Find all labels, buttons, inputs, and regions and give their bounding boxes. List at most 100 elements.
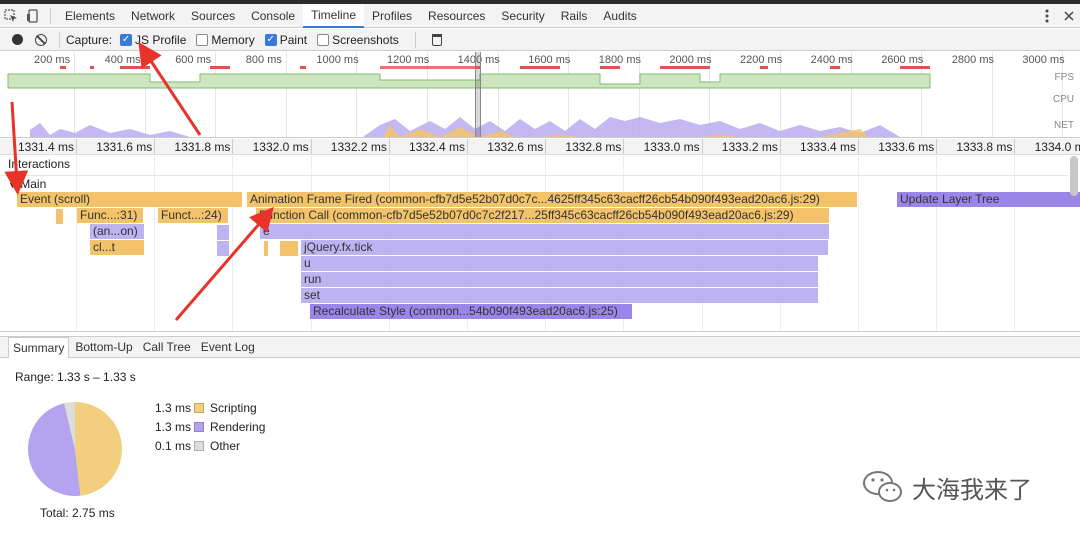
flame-event[interactable]: jQuery.fx.tick [301,240,828,255]
flame-event[interactable]: cl...t [90,240,144,255]
tab-profiles[interactable]: Profiles [364,4,420,28]
inspect-element-icon[interactable] [0,5,22,27]
paint-option[interactable]: ✓ Paint [264,32,308,47]
summary-panel: Range: 1.33 s – 1.33 s 1.3 ms Scripting 1.… [0,359,1080,535]
paint-label: Paint [279,32,308,47]
flame-event[interactable]: Recalculate Style (common...54b090f493ea… [310,304,632,319]
fps-frame-markers [60,66,930,69]
paint-checkbox[interactable]: ✓ [264,33,277,46]
subtab-event-log[interactable]: Event Log [197,337,259,358]
wechat-logo-icon [863,471,902,502]
legend-swatch [194,440,204,451]
flame-sliver[interactable] [280,241,298,256]
device-mode-icon[interactable] [22,5,44,27]
subtab-call-tree[interactable]: Call Tree [139,337,195,358]
timeline-toolbar: Capture: ✓ JS Profile Memory ✓ Paint Screensh… [0,29,1080,51]
total-text: Total: 2.75 ms [40,506,115,520]
flame-event[interactable]: set [301,288,818,303]
ruler-tick: 1331.4 ms [18,140,75,154]
flame-event[interactable]: u [301,256,818,271]
timeline-overview[interactable]: 200 ms 400 ms 600 ms 800 ms 1000 ms 1200 ms 14… [0,52,1080,138]
ruler-tick: 1331.6 ms [96,140,153,154]
subtab-summary[interactable]: Summary [8,336,70,358]
tab-list: Elements Network Sources Console Timeline Pro… [57,3,645,28]
toolbar-separator [414,31,416,48]
legend-value: 1.3 ms [155,419,192,434]
tab-security[interactable]: Security [493,4,552,28]
flame-chart[interactable]: Interactions ▼ Main Event (scroll) Animat… [0,156,1080,332]
devtools-tab-bar: Elements Network Sources Console Timeline Pro… [0,3,1080,28]
flame-sliver[interactable] [217,225,229,240]
ruler-gridline [936,139,938,154]
interactions-label: Interactions [8,157,71,171]
close-devtools-icon[interactable] [1058,5,1080,27]
overview-track-net: NET [1054,120,1074,131]
screenshots-option[interactable]: Screenshots [317,33,399,47]
summary-legend: 1.3 ms Scripting 1.3 ms Rendering 0.1 ms Othe… [155,398,265,455]
ruler-tick: 1333.2 ms [721,140,778,154]
tab-sources[interactable]: Sources [183,4,243,28]
ruler-tick: 1331.8 ms [174,140,231,154]
legend-label: Scripting [210,400,257,415]
flame-event[interactable]: (an...on) [90,224,144,239]
tab-network[interactable]: Network [123,4,183,28]
capture-options: ✓ JS Profile Memory ✓ Paint Screenshots [120,33,409,47]
flame-sliver[interactable] [264,241,268,256]
legend-row-scripting: 1.3 ms Scripting [155,398,265,417]
memory-checkbox[interactable] [196,33,209,46]
tab-elements[interactable]: Elements [57,4,123,28]
ruler-tick: 1333.8 ms [956,140,1013,154]
garbage-collect-icon[interactable] [431,33,442,46]
flame-sliver[interactable] [217,241,229,256]
screenshots-label: Screenshots [332,32,399,47]
flame-event[interactable]: e [260,224,829,239]
tab-audits[interactable]: Audits [595,4,644,28]
overview-selection-handle[interactable] [475,52,481,137]
overview-track-fps: FPS [1054,72,1074,83]
interactions-track[interactable]: Interactions [0,156,1068,174]
flame-event[interactable]: Funct...:24) [158,208,228,223]
flame-event[interactable]: Function Call (common-cfb7d5e52b07d0c7c2… [256,208,829,223]
range-text: Range: 1.33 s – 1.33 s [15,370,136,384]
capture-label: Capture: [66,32,113,47]
memory-option[interactable]: Memory [196,33,255,47]
legend-label: Rendering [210,419,266,434]
flame-event[interactable]: Update Layer Tree [897,192,1080,207]
subtab-bottom-up[interactable]: Bottom-Up [71,337,136,358]
more-options-icon[interactable] [1036,5,1058,27]
record-button[interactable] [12,34,23,45]
ruler-tick: 1332.0 ms [252,140,309,154]
main-track[interactable]: ▼ Main [0,175,1068,193]
tab-timeline[interactable]: Timeline [303,3,365,28]
toolbar-separator [59,31,60,48]
flame-scrollbar[interactable] [1070,156,1078,196]
flame-event[interactable]: Func...:31) [77,208,143,223]
main-track-label: Main [20,177,47,191]
tab-rails[interactable]: Rails [553,4,596,28]
flame-event[interactable]: run [301,272,818,287]
expand-arrow-icon[interactable]: ▼ [8,180,17,190]
ruler-gridline [858,139,859,154]
ruler-gridline [1014,139,1016,154]
ruler-gridline [467,139,468,154]
js-profile-option[interactable]: ✓ JS Profile [120,33,186,47]
watermark-text: 大海我来了 [912,476,1032,504]
legend-swatch [194,421,204,432]
ruler-gridline [232,139,234,154]
legend-row-other: 0.1 ms Other [155,436,265,455]
overview-track-cpu: CPU [1052,94,1074,105]
ruler-tick: 1334.0 ms [1034,140,1080,154]
ruler-gridline [779,139,781,154]
flame-sliver[interactable] [56,209,63,224]
clear-button[interactable] [35,33,47,46]
summary-pie-chart [28,402,122,496]
flame-event[interactable]: Event (scroll) [17,192,242,207]
js-profile-checkbox[interactable]: ✓ [120,33,133,46]
tab-console[interactable]: Console [243,4,303,28]
flame-event[interactable]: Animation Frame Fired (common-cfb7d5e52b… [247,192,857,207]
ruler-gridline [154,139,156,154]
legend-value: 1.3 ms [155,400,192,415]
tab-resources[interactable]: Resources [420,4,493,28]
screenshots-checkbox[interactable] [317,33,330,46]
ruler-tick: 1332.6 ms [487,140,544,154]
